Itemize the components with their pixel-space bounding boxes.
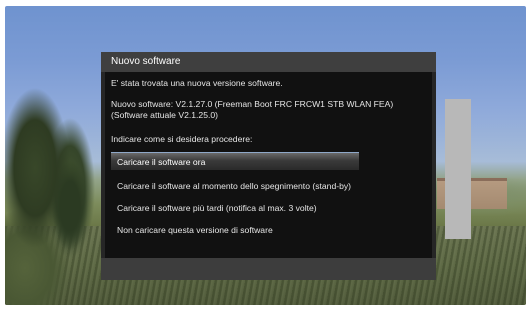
dialog-title-bar: Nuovo software [101,52,436,72]
dialog-title: Nuovo software [111,56,181,67]
option-load-now[interactable]: Caricare il software ora [111,152,359,170]
background-cypress [35,156,105,305]
software-update-dialog: Nuovo software E' stata trovata una nuov… [101,52,436,280]
option-load-later[interactable]: Caricare il software più tardi (notifica… [111,199,359,217]
current-software-version: (Software attuale V2.1.25.0) [111,110,219,120]
option-do-not-load[interactable]: Non caricare questa versione di software [111,221,359,239]
dialog-footer [101,258,436,280]
dialog-body: E' stata trovata una nuova versione soft… [105,72,432,258]
update-found-message: E' stata trovata una nuova versione soft… [111,78,283,88]
side-panel-block [445,99,471,239]
option-load-at-standby[interactable]: Caricare il software al momento dello sp… [111,177,359,195]
procedure-prompt: Indicare come si desidera procedere: [111,134,253,144]
new-software-version: Nuovo software: V2.1.27.0 (Freeman Boot … [111,99,394,109]
